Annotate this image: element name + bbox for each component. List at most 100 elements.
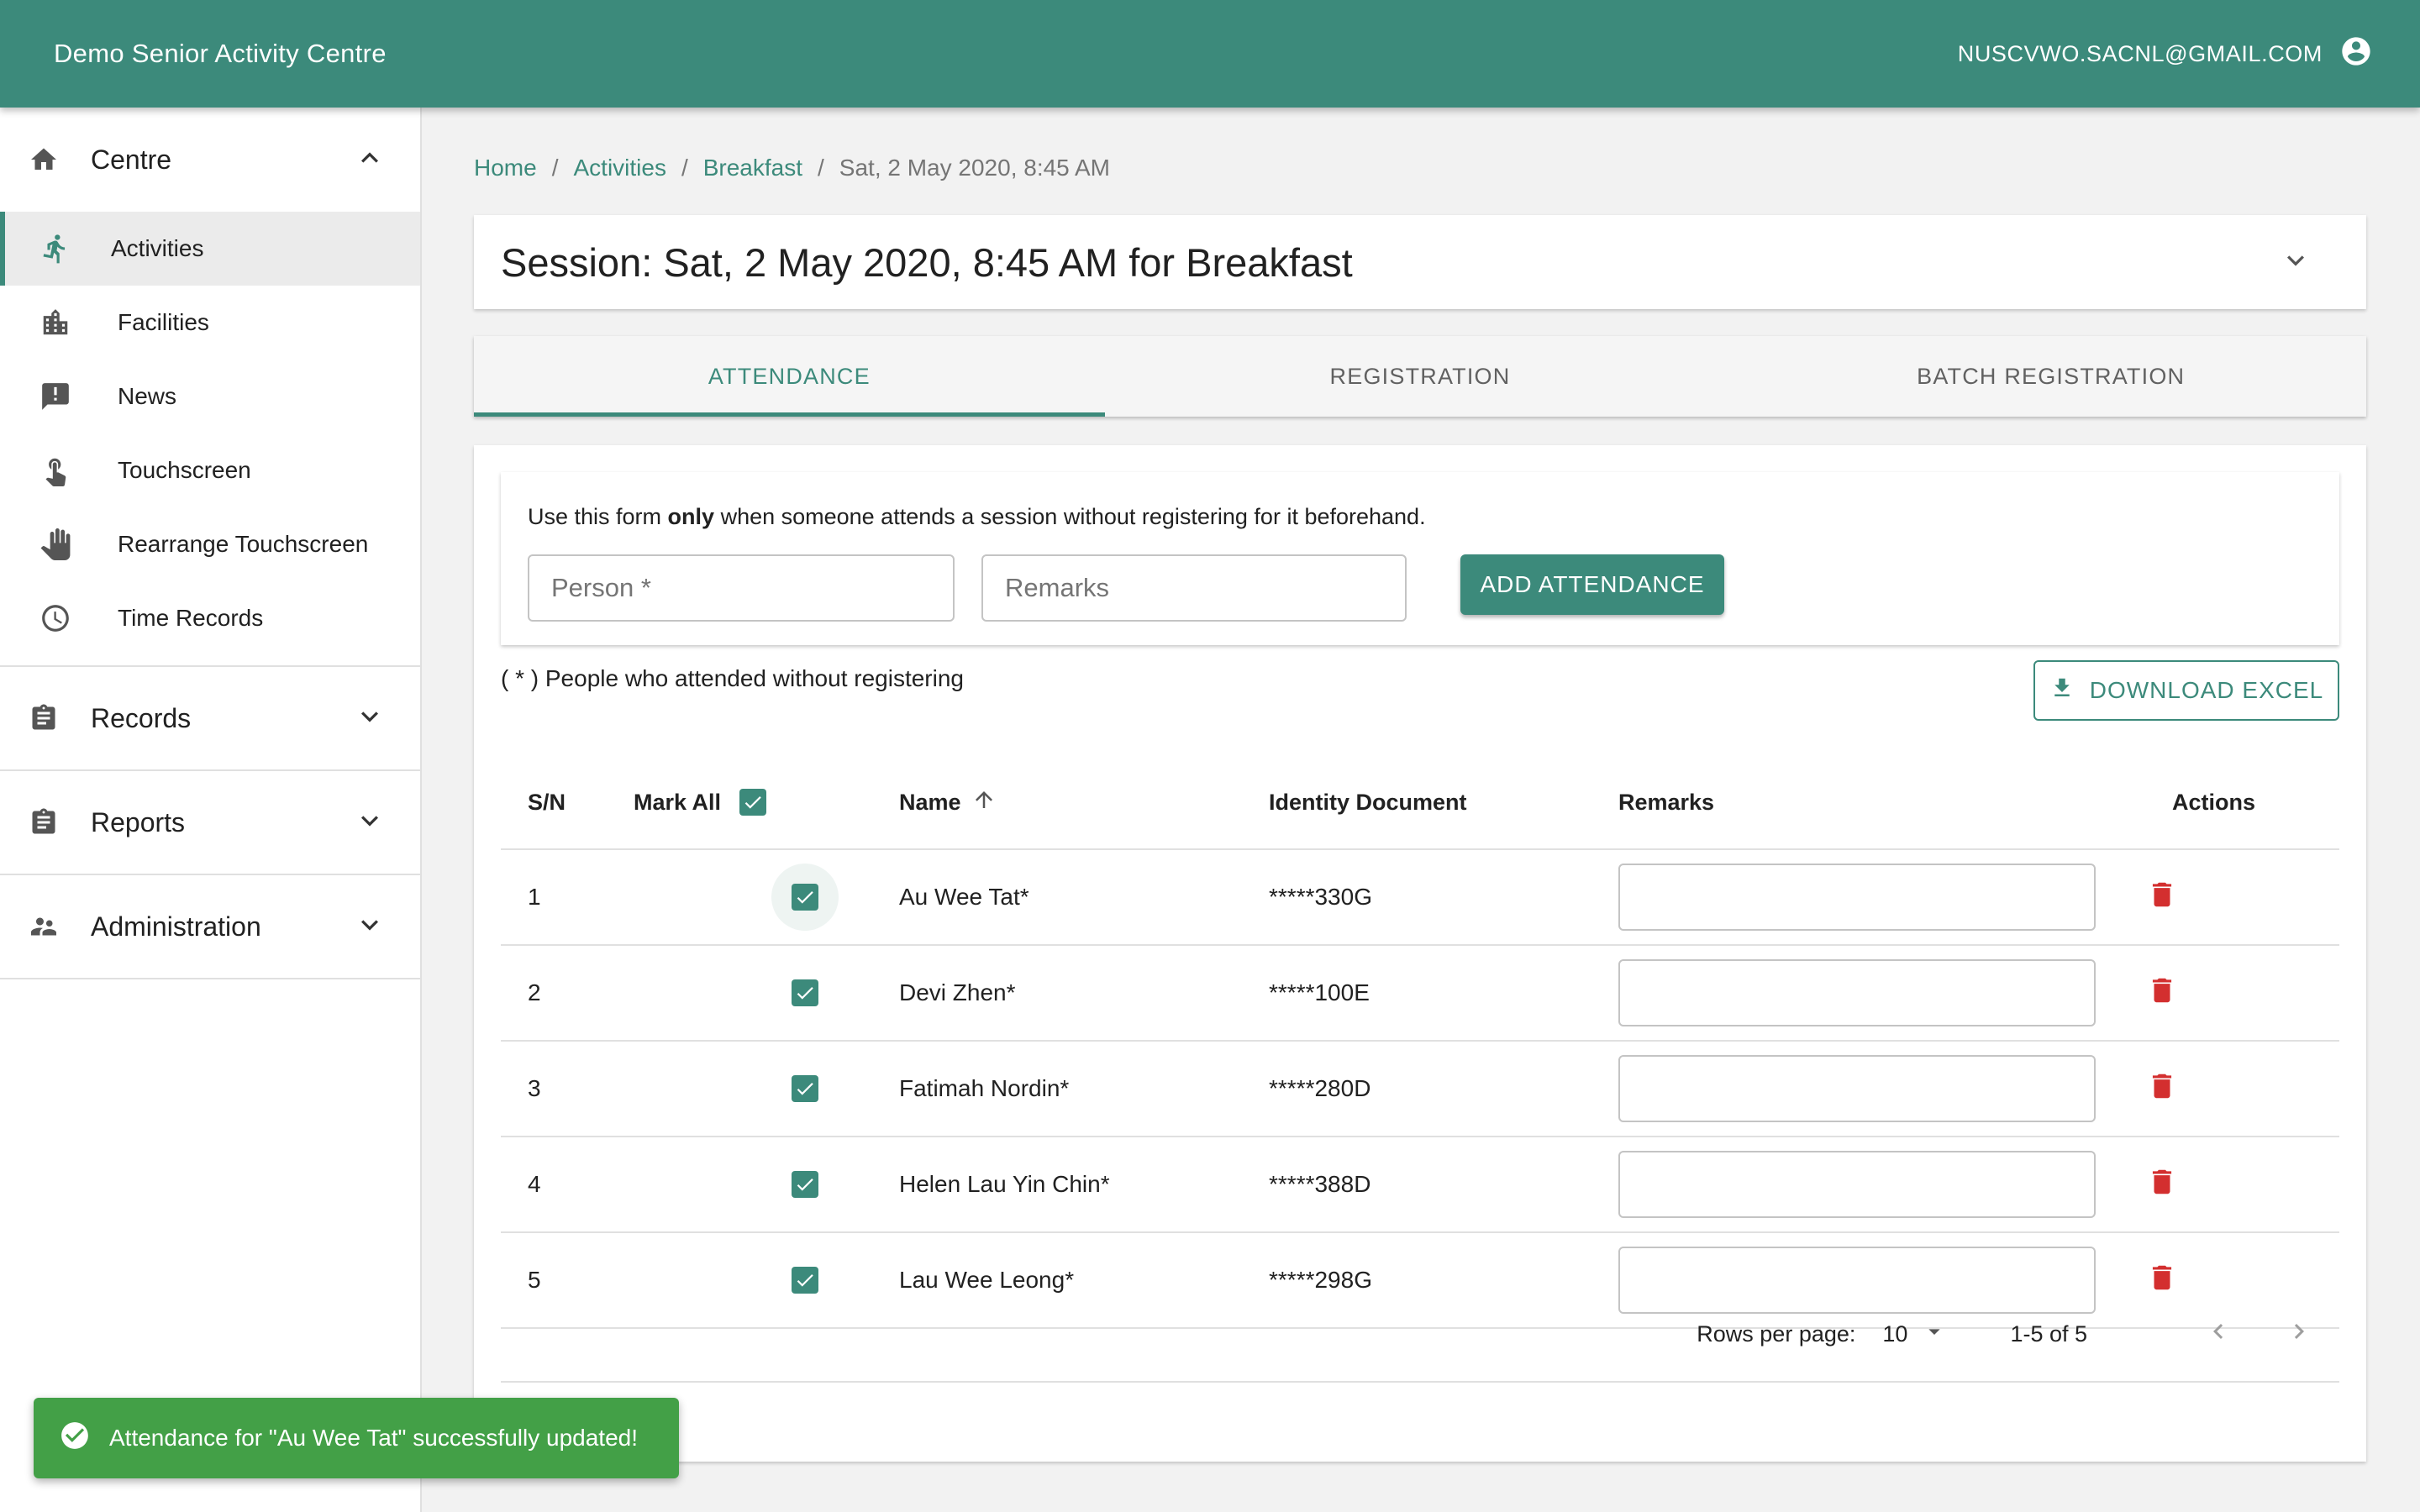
session-header[interactable]: Session: Sat, 2 May 2020, 8:45 AM for Br… <box>474 215 2366 309</box>
building-icon <box>37 304 74 341</box>
cell-actions <box>2146 1166 2339 1204</box>
sidebar-group-reports[interactable]: Reports <box>0 771 420 875</box>
row-remarks-input[interactable] <box>1618 959 2096 1026</box>
sidebar-item-label: Time Records <box>118 605 264 631</box>
sidebar-item-activities[interactable]: Activities <box>0 212 420 286</box>
column-actions: Actions <box>2171 789 2255 815</box>
sidebar-group-records[interactable]: Records <box>0 667 420 771</box>
table-pagination: Rows per page: 10 1-5 of 5 <box>501 1287 2339 1383</box>
download-icon <box>2049 675 2075 706</box>
row-checkbox[interactable] <box>771 1151 839 1218</box>
sidebar-item-rearrange-touchscreen[interactable]: Rearrange Touchscreen <box>0 507 420 581</box>
breadcrumb-home[interactable]: Home <box>474 155 537 181</box>
run-icon <box>37 230 74 267</box>
download-excel-button[interactable]: DOWNLOAD EXCEL <box>2033 660 2339 721</box>
breadcrumb-separator: / <box>551 155 559 181</box>
row-checkbox[interactable] <box>771 959 839 1026</box>
row-remarks-input[interactable] <box>1618 1151 2096 1218</box>
delete-icon[interactable] <box>2146 1074 2178 1107</box>
row-remarks-input[interactable] <box>1618 864 2096 931</box>
tab-batch-registration[interactable]: BATCH REGISTRATION <box>1735 336 2366 417</box>
cell-remarks <box>1618 959 2146 1026</box>
sidebar: Centre Activities Facilities News Touchs… <box>0 108 422 1512</box>
add-attendance-button[interactable]: ADD ATTENDANCE <box>1460 554 1724 615</box>
add-attendance-form: Use this form only when someone attends … <box>501 472 2339 645</box>
success-snackbar: Attendance for "Au Wee Tat" successfully… <box>34 1398 679 1478</box>
breadcrumb-breakfast[interactable]: Breakfast <box>703 155 802 181</box>
account-circle-icon[interactable] <box>2339 34 2373 74</box>
breadcrumb-separator: / <box>818 155 824 181</box>
check-circle-icon <box>59 1420 109 1457</box>
account-menu[interactable]: NUSCVWO.SACNL@GMAIL.COM <box>1958 34 2373 74</box>
cell-name: Fatimah Nordin* <box>899 1075 1070 1101</box>
row-checkbox[interactable] <box>771 1055 839 1122</box>
breadcrumb-separator: / <box>681 155 688 181</box>
form-note-prefix: Use this form <box>528 504 668 529</box>
rows-per-page-label: Rows per page: <box>1697 1320 1856 1347</box>
sidebar-item-label: Touchscreen <box>118 457 251 483</box>
sidebar-group-centre[interactable]: Centre <box>0 108 420 212</box>
sidebar-item-facilities[interactable]: Facilities <box>0 286 420 360</box>
checkbox-checked-icon <box>792 884 818 911</box>
rows-per-page-select[interactable]: 10 <box>1882 1318 1948 1351</box>
tab-registration[interactable]: REGISTRATION <box>1105 336 1736 417</box>
chevron-down-icon <box>353 700 387 738</box>
app-title[interactable]: Demo Senior Activity Centre <box>54 39 387 69</box>
cell-remarks <box>1618 1055 2146 1122</box>
snackbar-message: Attendance for "Au Wee Tat" successfully… <box>109 1425 638 1451</box>
delete-icon[interactable] <box>2146 1169 2178 1203</box>
next-page-button[interactable] <box>2284 1316 2314 1352</box>
table-header: S/N Mark All Name Identity Document Rema… <box>501 756 2339 850</box>
cell-identity: *****388D <box>1269 1171 1371 1197</box>
chevron-up-icon <box>353 141 387 179</box>
account-email[interactable]: NUSCVWO.SACNL@GMAIL.COM <box>1958 41 2323 67</box>
clipboard-icon <box>27 806 60 839</box>
column-name[interactable]: Name <box>899 787 1269 818</box>
download-excel-label: DOWNLOAD EXCEL <box>2089 677 2324 703</box>
cell-mark <box>634 1151 899 1218</box>
cell-actions <box>2146 974 2339 1012</box>
delete-icon[interactable] <box>2146 882 2178 916</box>
previous-page-button[interactable] <box>2203 1316 2233 1352</box>
table-row: 3 Fatimah Nordin* *****280D <box>501 1042 2339 1137</box>
form-note-suffix: when someone attends a session without r… <box>714 504 1426 529</box>
sidebar-item-label: News <box>118 383 177 409</box>
sidebar-item-news[interactable]: News <box>0 360 420 433</box>
mark-all-checkbox[interactable] <box>739 789 767 816</box>
column-sn: S/N <box>528 789 566 815</box>
expand-more-icon[interactable] <box>2279 244 2312 281</box>
form-note-bold: only <box>667 504 715 529</box>
checkbox-checked-icon <box>792 979 818 1006</box>
sidebar-item-label: Facilities <box>118 309 209 335</box>
delete-icon[interactable] <box>2146 978 2178 1011</box>
tab-attendance[interactable]: ATTENDANCE <box>474 336 1105 417</box>
cell-sn: 4 <box>528 1171 541 1197</box>
cell-identity: *****100E <box>1269 979 1370 1005</box>
column-remarks: Remarks <box>1618 789 1715 815</box>
cell-identity: *****330G <box>1269 884 1372 910</box>
attendance-panel: Use this form only when someone attends … <box>474 445 2366 1462</box>
column-mark-all: Mark All <box>634 789 899 816</box>
hand-icon <box>37 526 74 563</box>
announcement-icon <box>37 378 74 415</box>
mark-all-label: Mark All <box>634 789 722 815</box>
sidebar-group-label: Reports <box>91 806 186 837</box>
sidebar-group-administration[interactable]: Administration <box>0 875 420 979</box>
cell-sn: 2 <box>528 979 541 1005</box>
rows-per-page-value: 10 <box>1882 1320 1908 1347</box>
home-icon <box>27 143 60 176</box>
cell-name: Au Wee Tat* <box>899 884 1029 910</box>
row-checkbox[interactable] <box>771 864 839 931</box>
clipboard-icon <box>27 701 60 735</box>
sidebar-item-touchscreen[interactable]: Touchscreen <box>0 433 420 507</box>
sidebar-item-label: Rearrange Touchscreen <box>118 531 369 557</box>
touch-icon <box>37 452 74 489</box>
breadcrumb-activities[interactable]: Activities <box>573 155 666 181</box>
sidebar-group-label: Administration <box>91 911 261 942</box>
remarks-input[interactable] <box>981 554 1407 622</box>
person-input[interactable] <box>528 554 955 622</box>
sidebar-item-time-records[interactable]: Time Records <box>0 581 420 655</box>
row-remarks-input[interactable] <box>1618 1055 2096 1122</box>
cell-sn: 3 <box>528 1075 541 1101</box>
table-row: 2 Devi Zhen* *****100E <box>501 946 2339 1042</box>
